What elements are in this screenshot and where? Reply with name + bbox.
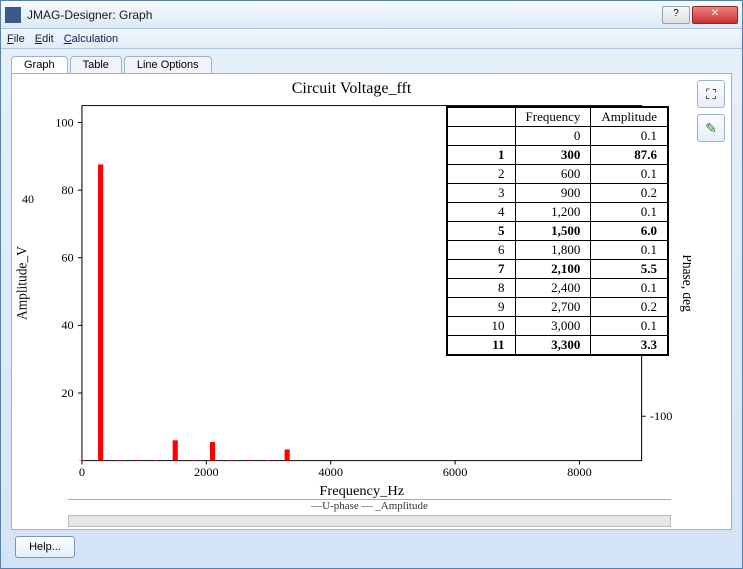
fft-data-table: Frequency Amplitude 00.1130087.626000.13… [446,106,669,356]
table-cell: 2,100 [515,260,591,279]
table-cell: 6 [447,241,515,260]
table-cell: 4 [447,203,515,222]
table-row: 92,7000.2 [447,298,668,317]
table-cell: 0.1 [591,165,668,184]
svg-text:8000: 8000 [567,465,592,479]
svg-text:0: 0 [79,465,85,479]
menu-file[interactable]: File [7,33,25,45]
app-window: JMAG-Designer: Graph ? ✕ File Edit Calcu… [0,0,743,569]
menubar: File Edit Calculation [1,29,742,49]
app-icon [5,7,21,23]
table-row: 72,1005.5 [447,260,668,279]
titlebar[interactable]: JMAG-Designer: Graph ? ✕ [1,1,742,29]
table-cell: 9 [447,298,515,317]
table-row: 61,8000.1 [447,241,668,260]
svg-text:40: 40 [61,319,73,333]
table-row: 113,3003.3 [447,336,668,356]
help-button[interactable]: Help... [15,536,75,558]
svg-text:80: 80 [61,183,73,197]
close-window-button[interactable]: ✕ [692,6,738,24]
tab-graph[interactable]: Graph [11,56,68,74]
fit-icon: ⛶ [706,86,716,103]
chart-legend: —U-phase — _Amplitude [68,499,671,513]
table-cell: 2 [447,165,515,184]
window-controls: ? ✕ [660,6,738,24]
table-cell: 300 [515,146,591,165]
table-cell: 0.2 [591,184,668,203]
svg-text:4000: 4000 [318,465,343,479]
table-cell: 6.0 [591,222,668,241]
bottom-bar: Help... [11,530,732,560]
table-cell: 1,200 [515,203,591,222]
menu-calculation[interactable]: Calculation [64,33,118,45]
table-cell: 600 [515,165,591,184]
svg-text:Frequency_Hz: Frequency_Hz [319,485,404,499]
tab-strip: Graph Table Line Options [11,55,732,73]
table-header-row: Frequency Amplitude [447,107,668,127]
table-cell: 3.3 [591,336,668,356]
svg-text:60: 60 [61,251,73,265]
table-cell: 3,300 [515,336,591,356]
table-cell: 0.1 [591,317,668,336]
table-row: 26000.1 [447,165,668,184]
table-row: 00.1 [447,127,668,146]
graph-panel: ⛶ ✎ Circuit Voltage_fft 40 20406080100-1… [11,73,732,530]
fit-view-button[interactable]: ⛶ [697,80,725,108]
table-cell: 11 [447,336,515,356]
table-row: 41,2000.1 [447,203,668,222]
table-cell: 87.6 [591,146,668,165]
chart-title: Circuit Voltage_fft [12,74,691,98]
table-row: 51,5006.0 [447,222,668,241]
table-cell: 2,700 [515,298,591,317]
table-header-frequency: Frequency [515,107,591,127]
svg-text:100: 100 [55,116,74,130]
chart-h-scrollbar[interactable] [68,515,671,527]
table-cell: 2,400 [515,279,591,298]
table-row: 130087.6 [447,146,668,165]
right-toolbar: ⛶ ✎ [697,80,725,142]
table-body: 00.1130087.626000.139000.241,2000.151,50… [447,127,668,356]
table-header-amplitude: Amplitude [591,107,668,127]
svg-text:6000: 6000 [443,465,468,479]
table-cell: 0.2 [591,298,668,317]
table-header-index [447,107,515,127]
table-cell: 10 [447,317,515,336]
tab-line-options[interactable]: Line Options [124,56,212,74]
table-cell: 1 [447,146,515,165]
table-cell: 3,000 [515,317,591,336]
table-cell: 0.1 [591,203,668,222]
table-row: 39000.2 [447,184,668,203]
svg-text:2000: 2000 [194,465,219,479]
pencil-icon: ✎ [705,120,717,137]
table-row: 82,4000.1 [447,279,668,298]
table-cell: 0.1 [591,279,668,298]
table-cell: 0 [515,127,591,146]
table-cell: 5 [447,222,515,241]
table-cell: 5.5 [591,260,668,279]
table-cell: 7 [447,260,515,279]
svg-text:Amplitude_V: Amplitude_V [15,246,31,320]
table-cell: 1,800 [515,241,591,260]
table-cell: 0.1 [591,241,668,260]
table-cell: 3 [447,184,515,203]
edit-chart-button[interactable]: ✎ [697,114,725,142]
table-cell: 8 [447,279,515,298]
table-cell [447,127,515,146]
svg-text:-100: -100 [650,409,673,423]
table-cell: 1,500 [515,222,591,241]
svg-text:Phase, deg: Phase, deg [679,254,691,311]
window-title: JMAG-Designer: Graph [27,8,660,22]
help-window-button[interactable]: ? [662,6,690,24]
table-row: 103,0000.1 [447,317,668,336]
svg-text:20: 20 [61,386,73,400]
client-area: Graph Table Line Options ⛶ ✎ Circuit Vol… [1,49,742,568]
menu-edit[interactable]: Edit [35,33,54,45]
table-cell: 0.1 [591,127,668,146]
tab-table[interactable]: Table [70,56,122,74]
table-cell: 900 [515,184,591,203]
